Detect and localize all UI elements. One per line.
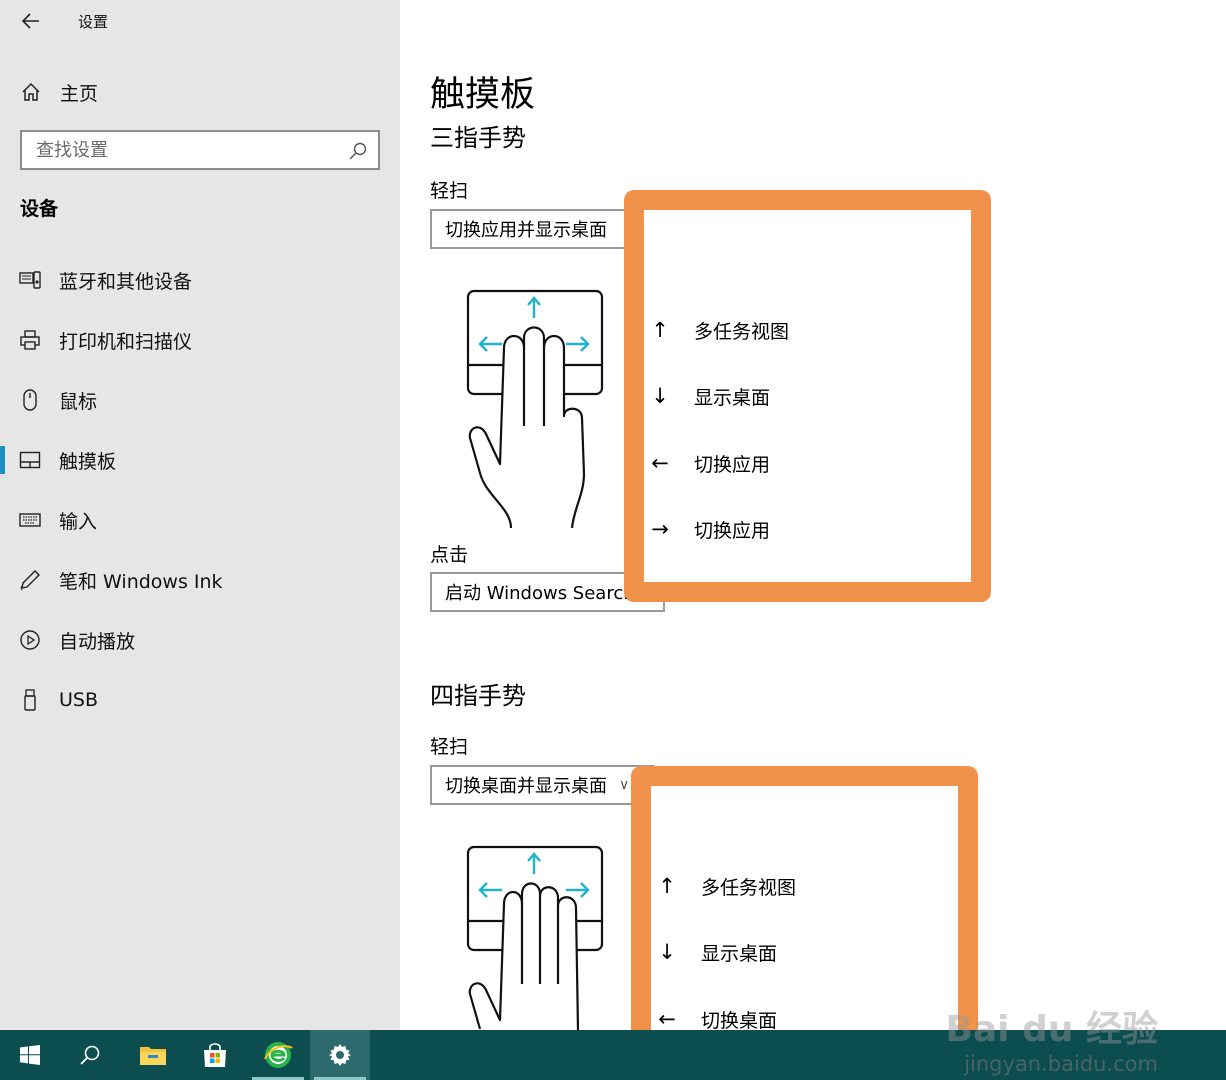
sidebar-item-label: 主页 xyxy=(60,82,99,105)
sidebar-item-mouse[interactable]: 鼠标 xyxy=(0,370,400,430)
swipe-option-down[interactable]: ↓ 显示桌面 xyxy=(650,381,770,411)
taskbar-settings[interactable] xyxy=(310,1030,370,1080)
usb-icon xyxy=(18,688,42,712)
touchpad-icon xyxy=(18,448,42,472)
sidebar-item-typing[interactable]: 输入 xyxy=(0,490,400,550)
dropdown-value: 启动 Windows Search xyxy=(445,583,635,604)
swipe-option-down[interactable]: ↓ 显示桌面 xyxy=(657,937,777,967)
sidebar-item-bluetooth[interactable]: 蓝牙和其他设备 xyxy=(0,250,400,310)
sidebar-item-label: 打印机和扫描仪 xyxy=(59,330,193,353)
search-icon xyxy=(80,1045,100,1065)
taskbar-search-button[interactable] xyxy=(60,1030,120,1080)
search-box[interactable] xyxy=(20,130,380,170)
three-finger-gesture-illustration xyxy=(466,289,604,529)
sidebar-item-printers[interactable]: 打印机和扫描仪 xyxy=(0,310,400,370)
sidebar-nav: 蓝牙和其他设备 打印机和扫描仪 鼠标 触摸板 输入 笔和 Windows Ink… xyxy=(0,250,400,730)
swipe-option-label: 切换应用 xyxy=(694,519,771,542)
swipe-option-label: 切换应用 xyxy=(694,453,771,476)
sidebar-item-label: 笔和 Windows Ink xyxy=(59,570,223,593)
sidebar-item-label: 自动播放 xyxy=(59,630,136,653)
pen-icon xyxy=(18,568,42,592)
three-finger-swipe-options-popup: ↑ 多任务视图 ↓ 显示桌面 ← 切换应用 → 切换应用 xyxy=(624,190,991,602)
keyboard-icon xyxy=(18,508,42,532)
watermark-url: jingyan.baidu.com xyxy=(964,1052,1158,1076)
sidebar-item-label: 输入 xyxy=(59,510,98,533)
swipe-option-left[interactable]: ← 切换应用 xyxy=(650,448,770,478)
four-finger-swipe-options-popup: ↑ 多任务视图 ↓ 显示桌面 ← 切换桌面 xyxy=(631,766,978,1052)
arrow-left-icon xyxy=(22,13,39,29)
start-button[interactable] xyxy=(0,1030,60,1080)
four-finger-swipe-dropdown[interactable]: 切换桌面并显示桌面 ∨ xyxy=(430,765,654,805)
settings-gear-icon xyxy=(329,1044,351,1066)
swipe-option-right[interactable]: → 切换应用 xyxy=(650,514,770,544)
arrow-left-icon: ← xyxy=(651,451,669,475)
arrow-up-icon: ↑ xyxy=(658,874,676,898)
three-finger-swipe-dropdown[interactable]: 切换应用并显示桌面 xyxy=(430,209,654,249)
sidebar-item-touchpad[interactable]: 触摸板 xyxy=(0,430,400,490)
home-icon xyxy=(18,79,44,105)
swipe-option-label: 多任务视图 xyxy=(694,320,790,343)
mouse-icon xyxy=(18,388,42,412)
dropdown-value: 切换桌面并显示桌面 xyxy=(445,776,607,797)
swipe-option-label: 多任务视图 xyxy=(701,876,797,899)
taskbar-store[interactable] xyxy=(185,1030,245,1080)
four-finger-heading: 四指手势 xyxy=(430,682,526,710)
swipe-option-label: 显示桌面 xyxy=(694,386,771,409)
three-finger-heading: 三指手势 xyxy=(430,124,526,152)
arrow-left-icon: ← xyxy=(658,1007,676,1031)
arrow-right-icon: → xyxy=(651,517,669,541)
four-finger-gesture-illustration xyxy=(466,845,604,1030)
back-button[interactable] xyxy=(18,8,44,34)
page-title: 触摸板 xyxy=(430,75,536,115)
autoplay-icon xyxy=(18,628,42,652)
file-explorer-icon xyxy=(140,1047,166,1065)
swipe-option-label: 切换桌面 xyxy=(701,1009,778,1032)
search-input[interactable] xyxy=(22,132,342,168)
four-finger-swipe-label: 轻扫 xyxy=(430,736,469,758)
sidebar-item-label: 触摸板 xyxy=(59,450,117,473)
swipe-option-label: 显示桌面 xyxy=(701,942,778,965)
sidebar-item-autoplay[interactable]: 自动播放 xyxy=(0,610,400,670)
taskbar-browser[interactable] xyxy=(248,1030,308,1080)
search-icon[interactable] xyxy=(348,141,368,161)
swipe-option-up[interactable]: ↑ 多任务视图 xyxy=(657,871,796,901)
sidebar-item-pen[interactable]: 笔和 Windows Ink xyxy=(0,550,400,610)
arrow-down-icon: ↓ xyxy=(651,384,669,408)
swipe-option-up[interactable]: ↑ 多任务视图 xyxy=(650,315,789,345)
browser-icon xyxy=(264,1042,293,1068)
section-label-devices: 设备 xyxy=(20,198,59,220)
app-title: 设置 xyxy=(78,13,109,31)
sidebar-item-home[interactable]: 主页 xyxy=(18,76,98,108)
arrow-down-icon: ↓ xyxy=(658,940,676,964)
printer-icon xyxy=(18,328,42,352)
watermark-brand: Bai du 经验 xyxy=(945,1009,1158,1050)
chevron-down-icon: ∨ xyxy=(619,777,630,793)
three-finger-tap-label: 点击 xyxy=(430,544,469,566)
sidebar-item-label: 蓝牙和其他设备 xyxy=(59,270,193,293)
windows-start-icon xyxy=(20,1045,40,1065)
settings-sidebar: 设置 主页 设备 蓝牙和其他设备 打印机和扫描仪 xyxy=(0,0,400,1030)
touchpad-settings-page: 触摸板 三指手势 轻扫 切换应用并显示桌面 点击 启动 Windows Sear… xyxy=(400,0,1226,1052)
three-finger-swipe-label: 轻扫 xyxy=(430,180,469,202)
arrow-up-icon: ↑ xyxy=(651,318,669,342)
bluetooth-devices-icon xyxy=(18,268,42,292)
dropdown-value: 切换应用并显示桌面 xyxy=(445,220,607,241)
sidebar-item-label: USB xyxy=(59,689,99,711)
sidebar-item-label: 鼠标 xyxy=(59,390,98,413)
sidebar-item-usb[interactable]: USB xyxy=(0,670,400,730)
taskbar-file-explorer[interactable] xyxy=(123,1030,183,1080)
store-icon xyxy=(204,1043,226,1067)
